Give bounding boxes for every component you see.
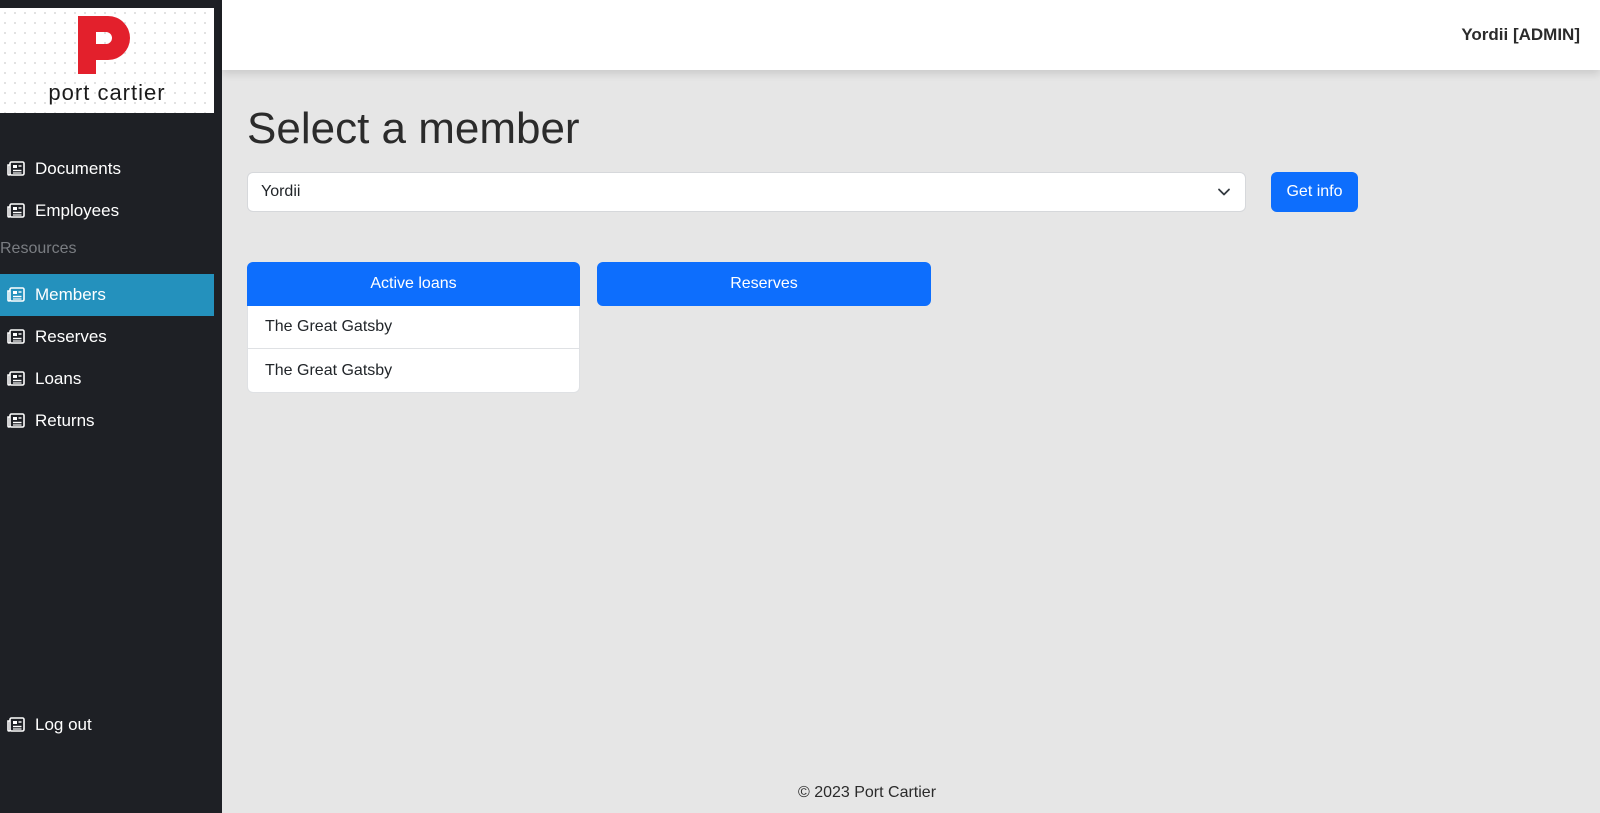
logo[interactable]: port cartier (0, 8, 214, 113)
chevron-down-icon (1218, 188, 1230, 196)
member-select-value: Yordii (261, 183, 301, 200)
tab-reserves[interactable]: Reserves (597, 262, 931, 306)
newspaper-icon (0, 287, 35, 303)
list-item[interactable]: The Great Gatsby (248, 349, 579, 392)
active-loans-list: The Great Gatsby The Great Gatsby (247, 306, 580, 393)
sidebar: port cartier Documents Employees Resourc… (0, 0, 222, 813)
newspaper-icon (0, 413, 35, 429)
port-cartier-logo-icon (78, 16, 130, 74)
sidebar-item-label: Log out (35, 715, 92, 734)
newspaper-icon (0, 329, 35, 345)
sidebar-item-label: Documents (35, 159, 121, 178)
list-item[interactable]: The Great Gatsby (248, 306, 579, 349)
sidebar-item-reserves[interactable]: Reserves (0, 316, 214, 358)
sidebar-item-logout[interactable]: Log out (0, 704, 214, 746)
sidebar-item-label: Returns (35, 411, 95, 430)
page-title: Select a member (247, 104, 580, 153)
resources-heading: Resources (0, 240, 77, 257)
sidebar-item-label: Reserves (35, 327, 107, 346)
newspaper-icon (0, 371, 35, 387)
newspaper-icon (0, 161, 35, 177)
tab-active-loans[interactable]: Active loans (247, 262, 580, 306)
sidebar-item-loans[interactable]: Loans (0, 358, 214, 400)
sidebar-item-employees[interactable]: Employees (0, 190, 214, 232)
sidebar-item-documents[interactable]: Documents (0, 148, 214, 190)
newspaper-icon (0, 717, 35, 733)
user-name[interactable]: Yordii [ADMIN] (1461, 25, 1580, 45)
newspaper-icon (0, 203, 35, 219)
sidebar-item-label: Loans (35, 369, 82, 388)
logo-text: port cartier (48, 80, 166, 105)
footer: © 2023 Port Cartier (797, 784, 937, 801)
sidebar-item-label: Members (35, 285, 106, 304)
sidebar-item-members[interactable]: Members (0, 274, 214, 316)
get-info-button[interactable]: Get info (1271, 172, 1358, 212)
sidebar-item-label: Employees (35, 201, 120, 220)
top-bar: Yordii [ADMIN] (222, 0, 1600, 70)
member-select[interactable]: Yordii (247, 172, 1246, 212)
sidebar-item-returns[interactable]: Returns (0, 400, 214, 442)
